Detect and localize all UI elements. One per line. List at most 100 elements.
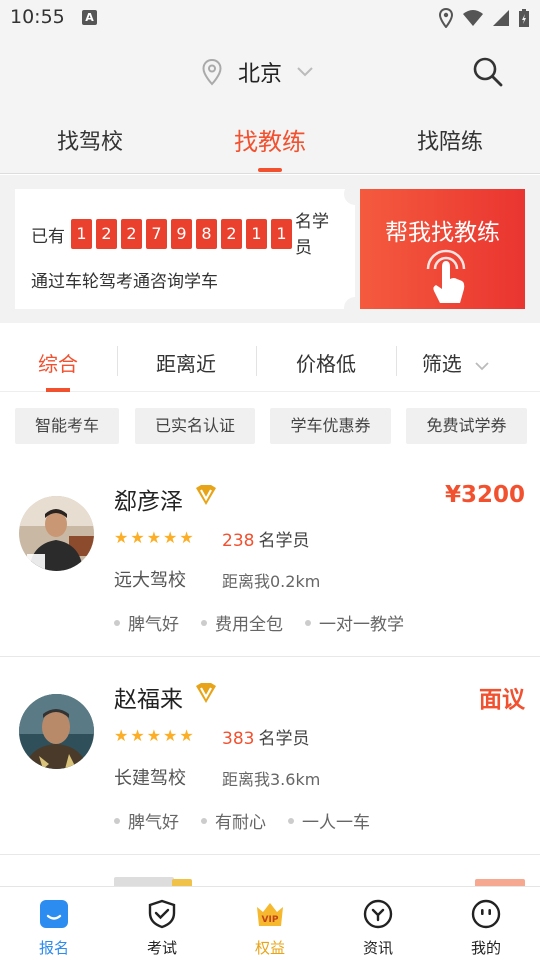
tag: 脾气好 [114,610,179,635]
nav-profile[interactable]: 我的 [432,887,540,960]
chip-free-trial[interactable]: 免费试学券 [406,408,527,444]
feature-chips: 智能考车 已实名认证 学车优惠券 免费试学券 [0,392,540,460]
wifi-icon [463,10,483,26]
nav-label: 报名 [38,939,69,957]
bottom-nav: 报名 考试 VIP 权益 资讯 我的 [0,886,540,960]
find-coach-cta-button[interactable]: 帮我找教练 [360,189,525,309]
partial-name [114,877,174,886]
filter-button[interactable]: 筛选 [388,348,524,377]
nav-label: 权益 [254,939,285,957]
nav-signup[interactable]: 报名 [0,887,108,960]
tap-hand-icon [426,249,466,303]
bullet-icon [114,817,120,824]
coach-tags: 脾气好 有耐心 一人一车 [114,808,392,833]
counter-digit: 9 [171,219,192,249]
counter-digit: 7 [146,219,167,249]
sort-overall[interactable]: 综合 [0,348,126,377]
student-count-card: 已有 1 2 2 7 9 8 2 1 1 名学员 通过车轮驾考通咨询学车 [15,189,355,309]
avatar [19,694,94,769]
price: ¥3200 [444,482,525,508]
coach-name: 郄彦泽 [114,489,183,515]
location-pin-icon [202,58,222,86]
tag-label: 脾气好 [128,813,179,833]
city-name: 北京 [238,62,283,87]
coach-card-partial[interactable] [0,855,540,886]
cta-label: 帮我找教练 [385,220,500,246]
student-count: 238 名学员 [222,526,309,551]
nav-label: 考试 [146,939,177,957]
search-icon[interactable] [472,56,504,88]
chip-verified[interactable]: 已实名认证 [135,408,255,444]
vip-badge-icon [196,683,216,703]
banner-subtitle: 通过车轮驾考通咨询学车 [31,272,218,292]
bullet-icon [305,619,311,626]
nav-exam[interactable]: 考试 [108,887,216,960]
sort-price[interactable]: 价格低 [258,348,394,377]
counter-digit: 2 [96,219,117,249]
star-icon: ★ [114,528,129,547]
star-icon: ★ [146,528,162,547]
tab-indicator [258,168,282,172]
student-counter: 已有 1 2 2 7 9 8 2 1 1 [31,219,296,249]
tag-label: 一人一车 [302,813,370,833]
notification-a-icon: A [82,10,97,25]
star-rating: ★ ★ ★ ★ ★ [114,528,194,547]
tag: 脾气好 [114,808,179,833]
city-selector[interactable]: 北京 [200,54,314,90]
status-bar: 10:55 A [0,0,540,36]
school-name: 长建驾校 [114,768,186,789]
counter-prefix: 已有 [31,226,65,247]
tag-label: 有耐心 [215,813,266,833]
student-count: 383 名学员 [222,724,309,749]
chip-smart-car[interactable]: 智能考车 [15,408,119,444]
news-icon [363,899,393,929]
vip-badge-icon [196,485,216,505]
tag: 一对一教学 [305,610,404,635]
nav-label: 我的 [470,939,501,957]
star-icon: ★ [179,726,194,745]
nav-news[interactable]: 资讯 [324,887,432,960]
star-rating: ★ ★ ★ ★ ★ [114,726,194,745]
status-icons [438,8,530,28]
tag: 费用全包 [201,610,283,635]
student-number: 383 [222,729,255,749]
exam-shield-icon [148,899,176,929]
counter-digit: 2 [121,219,142,249]
chip-coupon[interactable]: 学车优惠券 [270,408,391,444]
sort-distance[interactable]: 距离近 [118,348,254,377]
student-label: 名学员 [258,729,310,749]
star-icon: ★ [163,528,178,547]
tab-find-school[interactable]: 找驾校 [0,124,180,156]
nav-label: 资讯 [362,939,393,957]
star-icon: ★ [114,726,129,745]
chevron-down-icon [297,67,313,77]
tab-find-companion[interactable]: 找陪练 [360,124,540,156]
star-icon: ★ [179,528,194,547]
coach-tags: 脾气好 费用全包 一对一教学 [114,610,426,635]
partial-price [475,879,525,886]
coach-card[interactable]: 郄彦泽 ¥3200 ★ ★ ★ ★ ★ 238 名学员 远大驾校 距离我0.2km 脾气好… [0,460,540,657]
nav-benefits[interactable]: VIP 权益 [216,887,324,960]
star-icon: ★ [130,528,145,547]
signal-icon [493,10,509,26]
counter-digit: 1 [271,219,292,249]
chevron-down-icon [475,362,489,371]
counter-digit: 1 [71,219,92,249]
header: 北京 [0,36,540,108]
tag: 一人一车 [288,808,370,833]
bullet-icon [114,619,120,626]
profile-icon [471,899,501,929]
tag-label: 费用全包 [215,615,283,635]
student-label: 名学员 [258,531,310,551]
avatar [19,496,94,571]
tag-label: 一对一教学 [319,615,404,635]
counter-digit: 2 [221,219,242,249]
coach-card[interactable]: 赵福来 面议 ★ ★ ★ ★ ★ 383 名学员 长建驾校 距离我3.6km 脾气好 有耐… [0,658,540,855]
signup-icon [40,900,68,928]
tab-find-coach[interactable]: 找教练 [180,122,360,157]
divider [256,346,257,376]
price: 面议 [479,687,525,713]
coach-name: 赵福来 [114,687,183,713]
vip-badge-icon [172,879,192,886]
banner: 已有 1 2 2 7 9 8 2 1 1 名学员 通过车轮驾考通咨询学车 帮我找… [0,175,540,323]
